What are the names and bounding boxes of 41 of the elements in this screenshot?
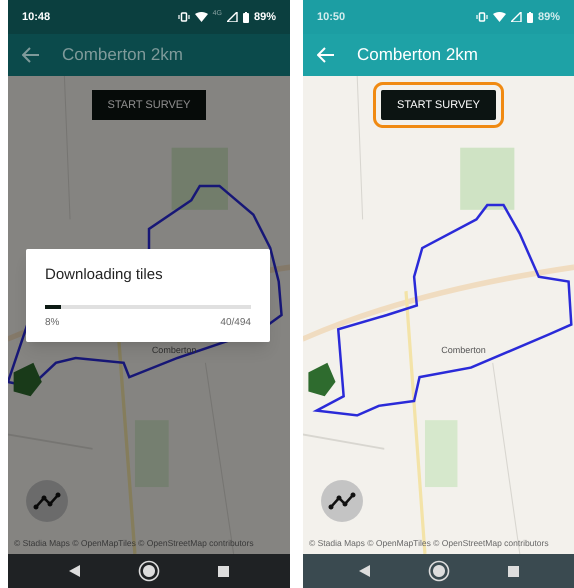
battery-percent: 89%	[538, 10, 560, 25]
wifi-icon	[492, 12, 506, 22]
battery-icon	[242, 12, 249, 22]
status-time: 10:48	[22, 10, 50, 25]
battery-icon	[526, 12, 533, 22]
map-place-label: Comberton	[152, 344, 196, 357]
progress-count: 40/494	[220, 316, 251, 330]
nav-recents-button[interactable]	[508, 566, 518, 576]
circle-icon	[428, 560, 450, 582]
triangle-icon	[69, 565, 80, 577]
back-arrow-icon	[22, 47, 40, 63]
circle-icon	[138, 560, 160, 582]
start-survey-button[interactable]: START SURVEY	[92, 90, 206, 120]
signal-icon	[510, 12, 522, 22]
nav-home-button[interactable]	[138, 560, 160, 582]
nav-home-button[interactable]	[428, 560, 450, 582]
nav-back-button[interactable]	[69, 565, 80, 577]
start-survey-button[interactable]: START SURVEY	[381, 90, 496, 120]
back-arrow-icon	[317, 47, 335, 63]
status-time: 10:50	[317, 10, 346, 25]
nav-back-button[interactable]	[358, 565, 370, 577]
square-icon	[508, 566, 518, 576]
route-button[interactable]	[321, 480, 363, 522]
signal-icon	[226, 12, 238, 22]
vibrate-icon	[476, 12, 488, 22]
map-attribution: © Stadia Maps © OpenMapTiles © OpenStreetMap contributors	[309, 537, 549, 550]
progress-percent: 8%	[45, 316, 60, 330]
dialog-title: Downloading tiles	[45, 265, 164, 285]
battery-percent: 89%	[254, 10, 276, 25]
map-attribution: © Stadia Maps © OpenMapTiles © OpenStreetMap contributors	[14, 537, 254, 550]
map-place-label: Comberton	[441, 344, 486, 357]
line-graph-icon	[33, 492, 61, 510]
vibrate-icon	[178, 12, 190, 22]
line-graph-icon	[328, 492, 356, 510]
wifi-icon	[194, 12, 208, 22]
square-icon	[218, 566, 229, 576]
back-button[interactable]	[22, 47, 40, 63]
triangle-icon	[358, 565, 370, 577]
screen-title: Comberton 2km	[62, 44, 183, 66]
nav-recents-button[interactable]	[218, 566, 229, 576]
screen-title: Comberton 2km	[357, 44, 478, 66]
